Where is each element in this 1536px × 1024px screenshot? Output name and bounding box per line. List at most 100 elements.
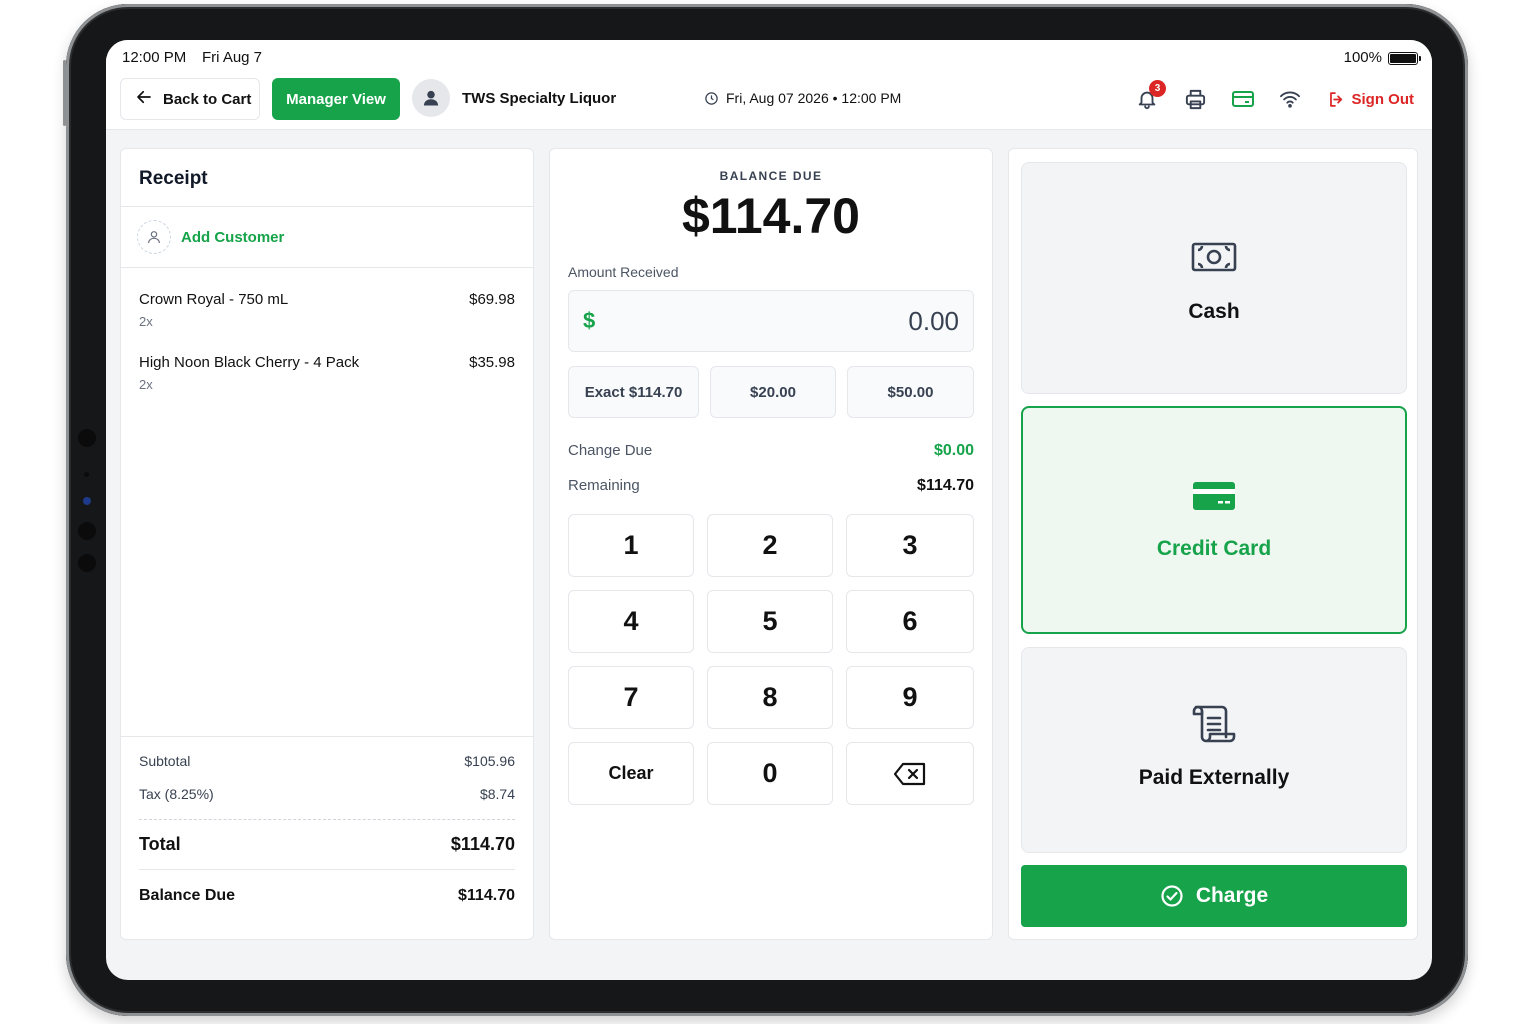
paid-externally-icon-wrap bbox=[1022, 704, 1406, 744]
credit-card-label: Credit Card bbox=[1156, 537, 1272, 560]
divider bbox=[139, 869, 515, 870]
divider bbox=[121, 267, 533, 268]
change-due-row: Change Due $0.00 bbox=[568, 442, 974, 460]
card-reader-button[interactable] bbox=[1230, 86, 1256, 112]
device-sensor bbox=[78, 429, 96, 447]
keypad-5[interactable]: 5 bbox=[707, 590, 833, 653]
amount-received-input[interactable]: $ 0.00 bbox=[568, 290, 974, 352]
currency-symbol: $ bbox=[583, 308, 596, 333]
quick-amount-exact[interactable]: Exact $114.70 bbox=[568, 366, 699, 418]
add-customer-button[interactable]: Add Customer bbox=[137, 220, 284, 254]
total-row: Total $114.70 bbox=[139, 834, 515, 855]
check-circle-icon bbox=[1161, 885, 1183, 907]
cash-method-button[interactable]: Cash bbox=[1021, 162, 1407, 394]
item-name: High Noon Black Cherry - 4 Pack bbox=[139, 354, 360, 371]
remaining-row: Remaining $114.70 bbox=[568, 477, 974, 495]
notification-badge: 3 bbox=[1149, 80, 1166, 97]
change-due-value: $0.00 bbox=[933, 442, 974, 459]
receipt-panel: Receipt Add Customer Crown Royal - 750 m… bbox=[120, 148, 534, 940]
tax-value: $8.74 bbox=[479, 786, 515, 802]
divider bbox=[121, 206, 533, 207]
paid-externally-label: Paid Externally bbox=[1138, 766, 1290, 789]
change-due-label: Change Due bbox=[568, 442, 653, 459]
keypad-3[interactable]: 3 bbox=[846, 514, 974, 577]
notifications-button[interactable]: 3 bbox=[1134, 80, 1166, 112]
payment-methods-panel: Cash Credit Card Paid Externally Charge bbox=[1008, 148, 1418, 940]
keypad-backspace[interactable] bbox=[846, 742, 974, 805]
receipt-line-item[interactable]: Crown Royal - 750 mL $69.98 2x bbox=[139, 291, 515, 337]
print-button[interactable] bbox=[1182, 86, 1208, 112]
keypad-4[interactable]: 4 bbox=[568, 590, 694, 653]
keypad-clear[interactable]: Clear bbox=[568, 742, 694, 805]
store-avatar[interactable] bbox=[412, 79, 450, 117]
device-sensor bbox=[78, 522, 96, 540]
device-sensor bbox=[78, 554, 96, 572]
keypad-1[interactable]: 1 bbox=[568, 514, 694, 577]
cash-icon-wrap bbox=[1022, 241, 1406, 273]
amount-received-value: 0.00 bbox=[908, 306, 959, 336]
credit-card-method-button[interactable]: Credit Card bbox=[1021, 406, 1407, 634]
status-date: Fri Aug 7 bbox=[202, 49, 263, 66]
tax-label: Tax (8.25%) bbox=[139, 786, 214, 802]
item-price: $35.98 bbox=[469, 354, 515, 371]
keypad-6[interactable]: 6 bbox=[846, 590, 974, 653]
balance-label: Balance Due bbox=[139, 887, 236, 904]
wifi-button[interactable] bbox=[1277, 86, 1303, 112]
header-datetime-text: Fri, Aug 07 2026 • 12:00 PM bbox=[726, 90, 902, 106]
charge-button[interactable]: Charge bbox=[1021, 865, 1407, 927]
battery-percent: 100% bbox=[1343, 49, 1382, 66]
device-sensor bbox=[84, 472, 89, 477]
keypad-2[interactable]: 2 bbox=[707, 514, 833, 577]
balance-due-label: BALANCE DUE bbox=[719, 169, 823, 183]
quick-amount-20[interactable]: $20.00 bbox=[710, 366, 836, 418]
sign-out-label: Sign Out bbox=[1351, 91, 1415, 108]
total-label: Total bbox=[139, 834, 181, 854]
item-name: Crown Royal - 750 mL bbox=[139, 291, 289, 308]
header-datetime: Fri, Aug 07 2026 • 12:00 PM bbox=[704, 90, 901, 106]
arrow-left-icon bbox=[135, 88, 153, 110]
screen: 12:00 PM Fri Aug 7 100% Back to Cart Man… bbox=[106, 40, 1432, 980]
credit-card-icon-wrap bbox=[1023, 480, 1405, 512]
divider bbox=[121, 736, 533, 737]
subtotal-value: $105.96 bbox=[464, 753, 515, 769]
receipt-scroll-icon bbox=[1192, 705, 1236, 743]
subtotal-row: Subtotal $105.96 bbox=[139, 753, 515, 769]
charge-label: Charge bbox=[1195, 884, 1269, 907]
keypad-8[interactable]: 8 bbox=[707, 666, 833, 729]
status-bar: 12:00 PM Fri Aug 7 100% bbox=[106, 40, 1432, 76]
quick-amount-50[interactable]: $50.00 bbox=[847, 366, 974, 418]
wifi-icon bbox=[1279, 91, 1300, 108]
receipt-line-item[interactable]: High Noon Black Cherry - 4 Pack $35.98 2… bbox=[139, 354, 515, 400]
manager-view-button[interactable]: Manager View bbox=[272, 78, 400, 120]
paid-externally-method-button[interactable]: Paid Externally bbox=[1021, 647, 1407, 853]
remaining-value: $114.70 bbox=[917, 477, 974, 494]
balance-due-amount: $114.70 bbox=[682, 188, 860, 244]
credit-card-icon bbox=[1193, 482, 1235, 510]
balance-value: $114.70 bbox=[458, 887, 515, 904]
back-to-cart-label: Back to Cart bbox=[163, 90, 252, 108]
total-value: $114.70 bbox=[450, 834, 515, 854]
receipt-title: Receipt bbox=[139, 168, 208, 189]
sign-out-icon bbox=[1329, 92, 1342, 107]
subtotal-label: Subtotal bbox=[139, 753, 191, 769]
device-camera bbox=[83, 497, 91, 505]
tax-row: Tax (8.25%) $8.74 bbox=[139, 786, 515, 802]
top-bar: Back to Cart Manager View TWS Specialty … bbox=[106, 76, 1432, 130]
keypad-9[interactable]: 9 bbox=[846, 666, 974, 729]
item-price: $69.98 bbox=[469, 291, 515, 308]
sign-out-button[interactable]: Sign Out bbox=[1327, 90, 1415, 109]
device-side-button bbox=[63, 60, 66, 126]
divider bbox=[139, 819, 515, 820]
cash-icon bbox=[1191, 242, 1237, 272]
printer-icon bbox=[1185, 89, 1205, 109]
user-icon bbox=[423, 90, 439, 106]
card-reader-icon bbox=[1232, 91, 1254, 107]
customer-placeholder-icon bbox=[137, 220, 171, 254]
keypad-0[interactable]: 0 bbox=[707, 742, 833, 805]
back-to-cart-button[interactable]: Back to Cart bbox=[120, 78, 260, 120]
add-customer-label: Add Customer bbox=[181, 228, 285, 246]
status-time: 12:00 PM bbox=[122, 49, 187, 66]
item-quantity: 2x bbox=[139, 314, 153, 329]
keypad-7[interactable]: 7 bbox=[568, 666, 694, 729]
store-name: TWS Specialty Liquor bbox=[462, 90, 617, 107]
